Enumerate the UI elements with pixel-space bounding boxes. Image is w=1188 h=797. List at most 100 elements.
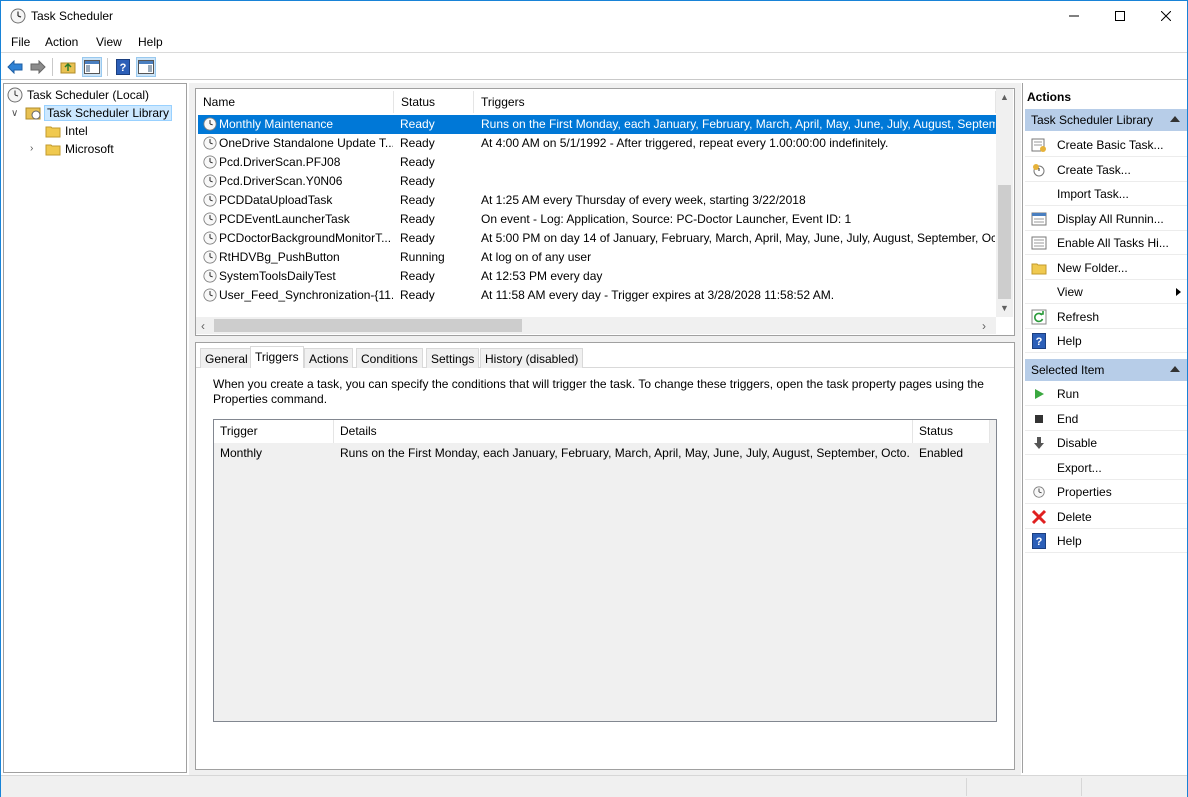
horizontal-scroll-thumb[interactable] bbox=[214, 319, 522, 332]
scroll-down-icon[interactable]: ▼ bbox=[1000, 303, 1009, 313]
task-list-vertical-scrollbar[interactable]: ▲ ▼ bbox=[996, 89, 1013, 317]
action-run[interactable]: Run bbox=[1025, 382, 1187, 406]
table-row[interactable]: RtHDVBg_PushButton Running At log on of an… bbox=[198, 248, 996, 267]
tree-item-microsoft[interactable]: Microsoft bbox=[45, 140, 114, 158]
tree-item-library[interactable]: Task Scheduler Library bbox=[25, 104, 173, 122]
action-delete[interactable]: Delete bbox=[1025, 505, 1187, 529]
status-bar bbox=[1, 775, 1187, 797]
action-view[interactable]: View bbox=[1025, 280, 1187, 304]
show-hide-console-tree-button[interactable] bbox=[82, 57, 102, 77]
menu-bar: File Action View Help bbox=[1, 31, 1187, 53]
action-help[interactable]: ? Help bbox=[1025, 329, 1187, 353]
table-row[interactable]: Pcd.DriverScan.Y0N06 Ready bbox=[198, 172, 996, 191]
help-toolbar-button[interactable]: ? bbox=[113, 57, 133, 77]
task-name: Pcd.DriverScan.Y0N06 bbox=[219, 174, 343, 188]
table-row[interactable]: SystemToolsDailyTest Ready At 12:53 PM eve… bbox=[198, 267, 996, 286]
task-clock-icon bbox=[203, 117, 217, 131]
table-row[interactable]: Monthly Maintenance Ready Runs on the Firs… bbox=[198, 115, 996, 134]
menu-help[interactable]: Help bbox=[138, 35, 163, 49]
column-header-triggers[interactable]: Triggers bbox=[474, 91, 996, 113]
action-label: Export... bbox=[1057, 460, 1102, 475]
close-button[interactable] bbox=[1143, 1, 1188, 31]
section-header-library[interactable]: Task Scheduler Library bbox=[1025, 109, 1187, 131]
task-name: OneDrive Standalone Update T... bbox=[219, 136, 393, 150]
task-name: PCDDataUploadTask bbox=[219, 193, 333, 207]
forward-button[interactable] bbox=[28, 57, 48, 77]
table-row[interactable]: User_Feed_Synchronization-{11... Ready At … bbox=[198, 286, 996, 305]
menu-action[interactable]: Action bbox=[45, 35, 78, 49]
task-status: Ready bbox=[400, 155, 435, 169]
tree-item-intel[interactable]: Intel bbox=[45, 122, 88, 140]
end-icon bbox=[1031, 411, 1047, 427]
back-button[interactable] bbox=[5, 57, 25, 77]
task-status: Ready bbox=[400, 117, 435, 131]
table-row[interactable]: Pcd.DriverScan.PFJ08 Ready bbox=[198, 153, 996, 172]
task-list-horizontal-scrollbar[interactable]: ‹ › bbox=[196, 317, 996, 334]
menu-view[interactable]: View bbox=[96, 35, 122, 49]
action-refresh[interactable]: Refresh bbox=[1025, 305, 1187, 329]
action-properties[interactable]: Properties bbox=[1025, 480, 1187, 504]
task-list-header: Name Status Triggers bbox=[196, 91, 996, 113]
action-create-task[interactable]: Create Task... bbox=[1025, 158, 1187, 182]
action-help[interactable]: ? Help bbox=[1025, 529, 1187, 553]
tree-label: Microsoft bbox=[65, 142, 114, 156]
trigger-type: Monthly bbox=[220, 446, 263, 460]
table-row[interactable]: PCDEventLauncherTask Ready On event - Log:… bbox=[198, 210, 996, 229]
action-end[interactable]: End bbox=[1025, 407, 1187, 431]
task-status: Ready bbox=[400, 288, 435, 302]
task-status: Ready bbox=[400, 136, 435, 150]
disable-icon bbox=[1031, 435, 1047, 451]
table-row[interactable]: PCDDataUploadTask Ready At 1:25 AM every T… bbox=[198, 191, 996, 210]
scroll-right-icon[interactable]: › bbox=[982, 319, 986, 333]
delete-icon bbox=[1031, 509, 1047, 525]
column-header-trigger[interactable]: Trigger bbox=[214, 420, 334, 443]
actions-pane-title: Actions bbox=[1027, 90, 1072, 104]
tree-item-local[interactable]: Task Scheduler (Local) bbox=[7, 86, 149, 104]
close-icon bbox=[1161, 11, 1171, 21]
menu-file[interactable]: File bbox=[11, 35, 30, 49]
help-icon: ? bbox=[1031, 533, 1047, 549]
up-folder-button[interactable] bbox=[58, 57, 78, 77]
tab-general[interactable]: General bbox=[200, 348, 253, 368]
collapse-icon[interactable] bbox=[1170, 366, 1180, 372]
svg-text:?: ? bbox=[1036, 536, 1043, 548]
tab-history[interactable]: History (disabled) bbox=[480, 348, 584, 368]
action-label: Enable All Tasks Hi... bbox=[1057, 236, 1169, 250]
show-hide-action-pane-button[interactable] bbox=[136, 57, 156, 77]
column-header-details[interactable]: Details bbox=[334, 420, 913, 443]
tree-label: Task Scheduler Library bbox=[43, 105, 173, 121]
help-icon: ? bbox=[1031, 333, 1047, 349]
tab-actions[interactable]: Actions bbox=[304, 348, 354, 368]
section-header-selected-item[interactable]: Selected Item bbox=[1025, 359, 1187, 381]
maximize-button[interactable] bbox=[1097, 1, 1143, 31]
action-label: Refresh bbox=[1057, 309, 1100, 324]
tab-triggers[interactable]: Triggers bbox=[250, 346, 304, 368]
action-create-basic-task[interactable]: Create Basic Task... bbox=[1025, 133, 1187, 157]
task-name: User_Feed_Synchronization-{11... bbox=[219, 288, 393, 302]
chevron-right-icon[interactable]: › bbox=[30, 143, 33, 154]
table-row[interactable]: Monthly Runs on the First Monday, each J… bbox=[214, 443, 996, 463]
table-row[interactable]: OneDrive Standalone Update T... Ready At 4… bbox=[198, 134, 996, 153]
table-row[interactable]: PCDoctorBackgroundMonitorT... Ready At 5:0… bbox=[198, 229, 996, 248]
vertical-scroll-thumb[interactable] bbox=[998, 185, 1011, 299]
action-disable[interactable]: Disable bbox=[1025, 431, 1187, 455]
action-label: Help bbox=[1057, 534, 1082, 548]
scroll-left-icon[interactable]: ‹ bbox=[201, 319, 205, 333]
action-new-folder[interactable]: New Folder... bbox=[1025, 256, 1187, 280]
column-header-name[interactable]: Name bbox=[196, 91, 394, 113]
action-import-task[interactable]: Import Task... bbox=[1025, 182, 1187, 206]
action-export[interactable]: Export... bbox=[1025, 456, 1187, 480]
tab-conditions[interactable]: Conditions bbox=[356, 348, 423, 368]
action-display-all-runnin[interactable]: Display All Runnin... bbox=[1025, 207, 1187, 231]
collapse-icon[interactable] bbox=[1170, 116, 1180, 122]
action-enable-all-tasks-hi[interactable]: Enable All Tasks Hi... bbox=[1025, 231, 1187, 255]
scroll-up-icon[interactable]: ▲ bbox=[1000, 92, 1009, 102]
trigger-status: Enabled bbox=[919, 446, 964, 460]
minimize-button[interactable] bbox=[1051, 1, 1097, 31]
column-header-status[interactable]: Status bbox=[394, 91, 474, 113]
column-header-trigger-status[interactable]: Status bbox=[913, 420, 990, 443]
chevron-down-icon[interactable]: ∨ bbox=[11, 108, 18, 119]
task-name: SystemToolsDailyTest bbox=[219, 269, 336, 283]
tab-settings[interactable]: Settings bbox=[426, 348, 480, 368]
back-arrow-icon bbox=[7, 60, 23, 74]
